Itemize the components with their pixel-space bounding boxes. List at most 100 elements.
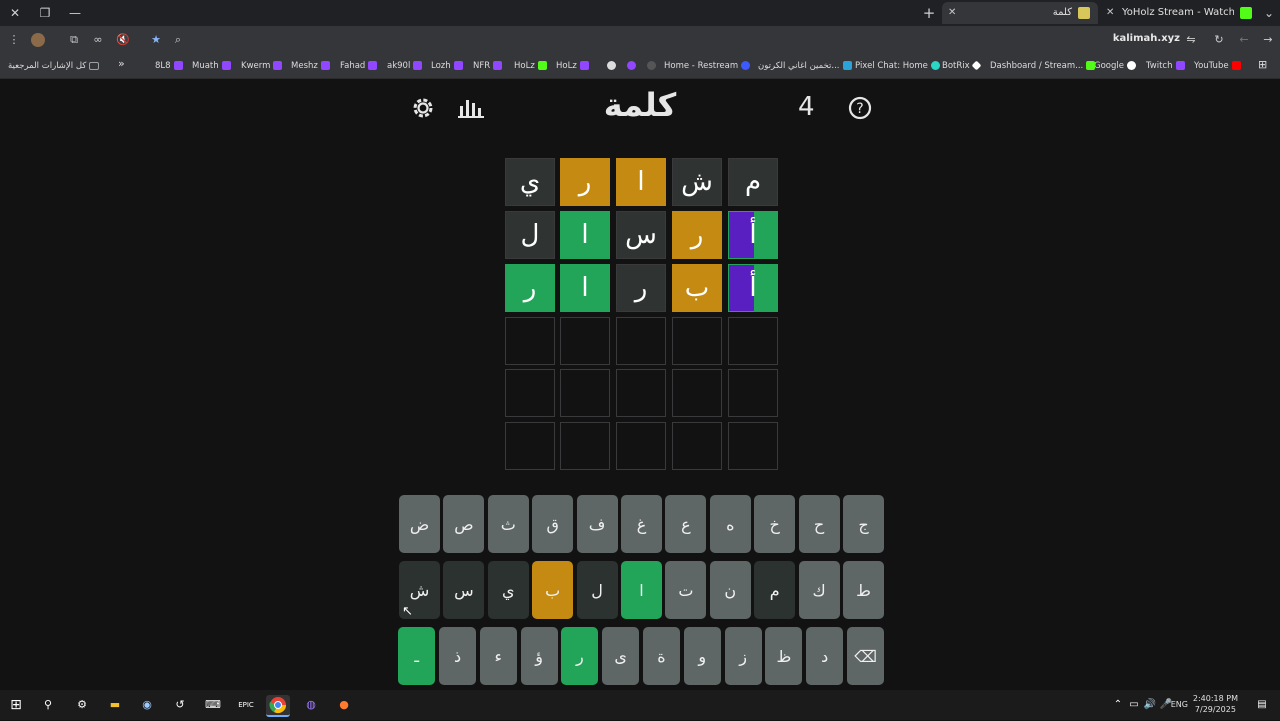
- notifications-icon[interactable]: ▤: [1252, 695, 1272, 715]
- keyboard-key[interactable]: ء: [479, 627, 517, 685]
- keyboard-key[interactable]: ؤ: [520, 627, 558, 685]
- keyboard-key[interactable]: ث: [487, 495, 529, 553]
- keyboard-key[interactable]: ن: [709, 561, 751, 619]
- bookmark-star-icon[interactable]: ★: [148, 32, 164, 48]
- tab-search-chevron-icon[interactable]: ⌄: [1260, 4, 1278, 22]
- reload-icon[interactable]: ↻: [1211, 32, 1227, 48]
- tab-kalimah[interactable]: ✕ كلمة: [942, 2, 1098, 24]
- keyboard-key[interactable]: س: [443, 561, 485, 619]
- keyboard-key[interactable]: غ: [621, 495, 662, 553]
- tab-close-icon[interactable]: ✕: [948, 2, 956, 24]
- system-clock[interactable]: 2:40:18 PM 7/29/2025: [1193, 693, 1238, 715]
- epic-games-icon[interactable]: EPIC: [236, 695, 256, 715]
- bookmark-holz-2[interactable]: HoLz: [556, 59, 592, 73]
- keyboard-key[interactable]: ل: [576, 561, 618, 619]
- mute-icon[interactable]: 🔇: [115, 32, 131, 48]
- bookmark-cartoon-songs[interactable]: تخمين اغاني الكرتون...: [758, 59, 855, 73]
- bookmark-unnamed-1[interactable]: [644, 59, 659, 73]
- keyboard-key[interactable]: م: [754, 561, 796, 619]
- window-close-button[interactable]: ✕: [6, 4, 24, 22]
- discord-icon[interactable]: ◍: [301, 695, 321, 715]
- bookmark-pixel-chat[interactable]: Pixel Chat: Home: [855, 59, 943, 73]
- keyboard-key[interactable]: ظ: [765, 627, 803, 685]
- menu-kebab-icon[interactable]: ⋮: [6, 32, 22, 48]
- board-tile: ب: [672, 264, 722, 312]
- keyboard-key[interactable]: ذ: [439, 627, 476, 685]
- keyboard-key[interactable]: ح: [798, 495, 840, 553]
- bookmark-dashboard-stream[interactable]: Dashboard / Stream...: [990, 59, 1098, 73]
- keyboard-key[interactable]: ة: [643, 627, 680, 685]
- keyboard-key[interactable]: ج: [843, 495, 884, 553]
- keyboard-key[interactable]: ب: [532, 561, 574, 619]
- bookmark-holz-1[interactable]: HoLz: [514, 59, 550, 73]
- window-restore-button[interactable]: ❐: [36, 4, 54, 22]
- board-tile: [672, 369, 722, 417]
- bookmark-fahad[interactable]: Fahad: [340, 59, 380, 73]
- steam-icon[interactable]: ◉: [137, 695, 157, 715]
- keyboard-key[interactable]: د: [806, 627, 844, 685]
- bookmark-botrix[interactable]: BotRix: [942, 59, 983, 73]
- tab-yoholz-stream[interactable]: ✕ YoHolz Stream - Watch Live on: [1102, 2, 1254, 24]
- keyboard-key[interactable]: ق: [532, 495, 574, 553]
- chrome-icon[interactable]: [266, 695, 290, 717]
- back-icon[interactable]: →: [1260, 32, 1276, 48]
- keyboard-app-icon[interactable]: ⌨: [203, 695, 223, 715]
- bookmark-8l8[interactable]: 8L8: [155, 59, 186, 73]
- keyboard-key[interactable]: ر: [561, 627, 599, 685]
- apps-grid-icon[interactable]: ⊞: [1258, 58, 1267, 72]
- site-settings-icon[interactable]: ⇋: [1183, 32, 1199, 48]
- bookmark-unnamed-3[interactable]: [604, 59, 619, 73]
- input-language[interactable]: ENG: [1171, 700, 1188, 709]
- keyboard-key[interactable]: خ: [754, 495, 796, 553]
- more-bookmarks-chevron-icon[interactable]: »: [118, 57, 125, 71]
- bookmark-lozh[interactable]: Lozh: [431, 59, 466, 73]
- bookmark-twitch[interactable]: Twitch: [1146, 59, 1188, 73]
- keyboard-key[interactable]: ز: [724, 627, 762, 685]
- task-view-icon[interactable]: ⚙: [72, 695, 92, 715]
- bookmark-restream[interactable]: Home - Restream: [664, 59, 753, 73]
- forward-icon[interactable]: ←: [1236, 32, 1252, 48]
- window-minimize-button[interactable]: —: [66, 4, 84, 22]
- zoom-icon[interactable]: ⌕: [170, 32, 186, 48]
- all-bookmarks-folder[interactable]: كل الإشارات المرجعية: [8, 59, 102, 73]
- keyboard-key[interactable]: ع: [665, 495, 707, 553]
- board-tile: أ: [728, 211, 778, 259]
- keyboard-key[interactable]: و: [683, 627, 721, 685]
- keyboard-key[interactable]: ت: [665, 561, 707, 619]
- search-icon[interactable]: ⚲: [38, 695, 58, 715]
- board-tile: ا: [616, 158, 666, 206]
- enter-key[interactable]: ـ: [398, 627, 436, 685]
- keyboard-key[interactable]: ه: [709, 495, 751, 553]
- bookmark-meshz[interactable]: Meshz: [291, 59, 333, 73]
- app-icon[interactable]: ↺: [170, 695, 190, 715]
- file-explorer-icon[interactable]: ▬: [105, 695, 125, 715]
- bookmark-unnamed-2[interactable]: [624, 59, 639, 73]
- help-question-icon[interactable]: ?: [846, 94, 874, 122]
- bookmark-youtube[interactable]: YouTube: [1194, 59, 1244, 73]
- bookmark-muath[interactable]: Muath: [192, 59, 234, 73]
- media-icon[interactable]: ∞: [90, 32, 106, 48]
- new-tab-button[interactable]: +: [920, 4, 938, 22]
- keyboard-key[interactable]: ا: [621, 561, 662, 619]
- keyboard-key[interactable]: ط: [843, 561, 884, 619]
- bookmark-nfr[interactable]: NFR: [473, 59, 505, 73]
- keyboard-key[interactable]: ف: [576, 495, 618, 553]
- profile-avatar[interactable]: [31, 33, 45, 47]
- keyboard-key[interactable]: ص: [443, 495, 485, 553]
- keyboard-key[interactable]: ي: [487, 561, 529, 619]
- board-tile: ر: [505, 264, 555, 312]
- address-bar-url[interactable]: kalimah.xyz: [1113, 33, 1180, 44]
- statistics-chart-icon[interactable]: [457, 94, 485, 122]
- bookmark-google[interactable]: Google: [1094, 59, 1139, 73]
- firefox-icon[interactable]: ●: [334, 695, 354, 715]
- tab-close-icon[interactable]: ✕: [1106, 2, 1114, 24]
- keyboard-key[interactable]: ى: [602, 627, 640, 685]
- backspace-key[interactable]: ⌫: [847, 627, 884, 685]
- settings-gear-icon[interactable]: [409, 94, 437, 122]
- windows-start-icon[interactable]: ⊞: [6, 695, 26, 715]
- extensions-icon[interactable]: ⧉: [66, 32, 82, 48]
- bookmark-ak90l[interactable]: ak90l: [387, 59, 425, 73]
- keyboard-key[interactable]: ك: [798, 561, 840, 619]
- bookmark-kwerm[interactable]: Kwerm: [241, 59, 285, 73]
- keyboard-key[interactable]: ض: [399, 495, 440, 553]
